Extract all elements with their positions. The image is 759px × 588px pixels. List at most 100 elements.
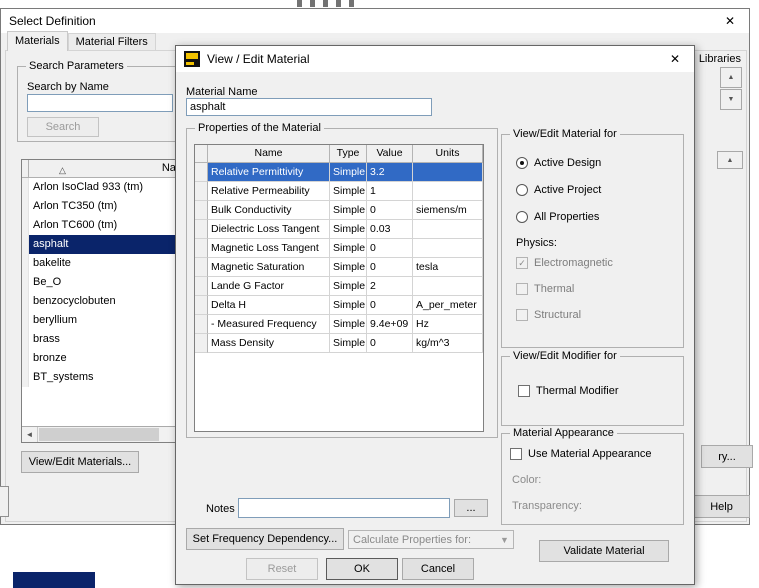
color-label: Color:: [512, 474, 542, 486]
cell-units[interactable]: Hz: [413, 315, 483, 334]
radio-all-properties[interactable]: All Properties: [516, 211, 599, 223]
help-button[interactable]: Help: [693, 495, 750, 518]
tab-material-filters[interactable]: Material Filters: [67, 33, 156, 50]
radio-icon: [516, 184, 528, 196]
property-row[interactable]: Mass Density Simple 0 kg/m^3: [195, 334, 483, 353]
modal-titlebar[interactable]: View / Edit Material ✕: [176, 46, 694, 72]
cell-value[interactable]: 0: [367, 258, 413, 277]
properties-table: Name Type Value Units Relative Permittiv…: [194, 144, 484, 432]
cell-type[interactable]: Simple: [330, 220, 367, 239]
property-row[interactable]: - Measured Frequency Simple 9.4e+09 Hz: [195, 315, 483, 334]
cell-name[interactable]: Relative Permittivity: [208, 163, 330, 182]
material-name-input[interactable]: [186, 98, 432, 116]
material-appearance-group: Material Appearance Use Material Appeara…: [501, 427, 684, 525]
scroll-up-icon[interactable]: ▲: [720, 67, 742, 88]
cell-value[interactable]: 0.03: [367, 220, 413, 239]
cell-type[interactable]: Simple: [330, 182, 367, 201]
cell-name[interactable]: - Measured Frequency: [208, 315, 330, 334]
scrollbar-thumb[interactable]: [39, 428, 159, 441]
column-header-type[interactable]: Type: [330, 145, 367, 163]
export-to-library-button-fragment[interactable]: ry...: [701, 445, 753, 468]
radio-active-project[interactable]: Active Project: [516, 184, 601, 196]
cell-value[interactable]: 0: [367, 334, 413, 353]
search-button[interactable]: Search: [27, 117, 99, 137]
scroll-down-icon[interactable]: ▼: [720, 89, 742, 110]
notes-browse-button[interactable]: ...: [454, 499, 488, 517]
cell-units[interactable]: kg/m^3: [413, 334, 483, 353]
cell-type[interactable]: Simple: [330, 163, 367, 182]
cell-value[interactable]: 0: [367, 296, 413, 315]
cell-units[interactable]: [413, 182, 483, 201]
notes-label: Notes: [206, 503, 235, 515]
cell-value[interactable]: 3.2: [367, 163, 413, 182]
row-gutter: [195, 220, 208, 239]
cell-type[interactable]: Simple: [330, 334, 367, 353]
cell-units[interactable]: [413, 277, 483, 296]
cell-value[interactable]: 9.4e+09: [367, 315, 413, 334]
cell-units[interactable]: A_per_meter: [413, 296, 483, 315]
view-edit-materials-button[interactable]: View/Edit Materials...: [21, 451, 139, 473]
column-header-units[interactable]: Units: [413, 145, 483, 163]
column-header-value[interactable]: Value: [367, 145, 413, 163]
cell-name[interactable]: Mass Density: [208, 334, 330, 353]
checkbox-thermal-modifier[interactable]: Thermal Modifier: [518, 385, 619, 397]
checkbox-icon: [516, 309, 528, 321]
close-icon[interactable]: ✕: [662, 52, 688, 66]
cancel-button[interactable]: Cancel: [402, 558, 474, 580]
cell-units[interactable]: siemens/m: [413, 201, 483, 220]
cell-name[interactable]: Bulk Conductivity: [208, 201, 330, 220]
notes-input[interactable]: [238, 498, 450, 518]
cell-name[interactable]: Relative Permeability: [208, 182, 330, 201]
checkbox-use-material-appearance[interactable]: Use Material Appearance: [510, 448, 652, 460]
cell-value[interactable]: 2: [367, 277, 413, 296]
property-row[interactable]: Bulk Conductivity Simple 0 siemens/m: [195, 201, 483, 220]
cell-value[interactable]: 0: [367, 201, 413, 220]
cell-units[interactable]: tesla: [413, 258, 483, 277]
cell-name[interactable]: Magnetic Loss Tangent: [208, 239, 330, 258]
cell-name[interactable]: Delta H: [208, 296, 330, 315]
property-row[interactable]: Delta H Simple 0 A_per_meter: [195, 296, 483, 315]
checkbox-electromagnetic[interactable]: ✓ Electromagnetic: [516, 257, 613, 269]
cell-value[interactable]: 0: [367, 239, 413, 258]
reset-button[interactable]: Reset: [246, 558, 318, 580]
column-header-name[interactable]: Name: [208, 145, 330, 163]
tab-materials[interactable]: Materials: [7, 31, 68, 51]
cell-name[interactable]: Dielectric Loss Tangent: [208, 220, 330, 239]
select-definition-titlebar[interactable]: Select Definition ✕: [1, 9, 749, 33]
chevron-down-icon: ▼: [500, 534, 509, 545]
checkbox-thermal[interactable]: Thermal: [516, 283, 574, 295]
scroll-left-icon[interactable]: ◄: [22, 427, 38, 442]
cell-units[interactable]: [413, 220, 483, 239]
cell-name[interactable]: Magnetic Saturation: [208, 258, 330, 277]
cell-units[interactable]: [413, 163, 483, 182]
view-edit-modifier-group: View/Edit Modifier for Thermal Modifier: [501, 350, 684, 426]
cell-type[interactable]: Simple: [330, 258, 367, 277]
ok-button[interactable]: OK: [326, 558, 398, 580]
search-input[interactable]: [27, 94, 173, 112]
scroll-up-fragment-icon[interactable]: ▲: [717, 151, 743, 169]
row-gutter: [195, 163, 208, 182]
close-icon[interactable]: ✕: [717, 14, 743, 28]
calculate-properties-dropdown[interactable]: Calculate Properties for: ▼: [348, 530, 514, 549]
cell-type[interactable]: Simple: [330, 239, 367, 258]
cell-type[interactable]: Simple: [330, 315, 367, 334]
property-row[interactable]: Magnetic Loss Tangent Simple 0: [195, 239, 483, 258]
cell-value[interactable]: 1: [367, 182, 413, 201]
cell-units[interactable]: [413, 239, 483, 258]
checkbox-structural[interactable]: Structural: [516, 309, 581, 321]
validate-material-button[interactable]: Validate Material: [539, 540, 669, 562]
material-name-label: Material Name: [186, 86, 258, 98]
property-row[interactable]: Magnetic Saturation Simple 0 tesla: [195, 258, 483, 277]
set-frequency-dependency-button[interactable]: Set Frequency Dependency...: [186, 528, 344, 550]
property-row[interactable]: Relative Permittivity Simple 3.2: [195, 163, 483, 182]
checkbox-label: Use Material Appearance: [528, 448, 652, 460]
radio-label: Active Project: [534, 184, 602, 196]
property-row[interactable]: Relative Permeability Simple 1: [195, 182, 483, 201]
cell-type[interactable]: Simple: [330, 296, 367, 315]
cell-type[interactable]: Simple: [330, 277, 367, 296]
cell-name[interactable]: Lande G Factor: [208, 277, 330, 296]
radio-active-design[interactable]: Active Design: [516, 157, 601, 169]
property-row[interactable]: Dielectric Loss Tangent Simple 0.03: [195, 220, 483, 239]
cell-type[interactable]: Simple: [330, 201, 367, 220]
property-row[interactable]: Lande G Factor Simple 2: [195, 277, 483, 296]
